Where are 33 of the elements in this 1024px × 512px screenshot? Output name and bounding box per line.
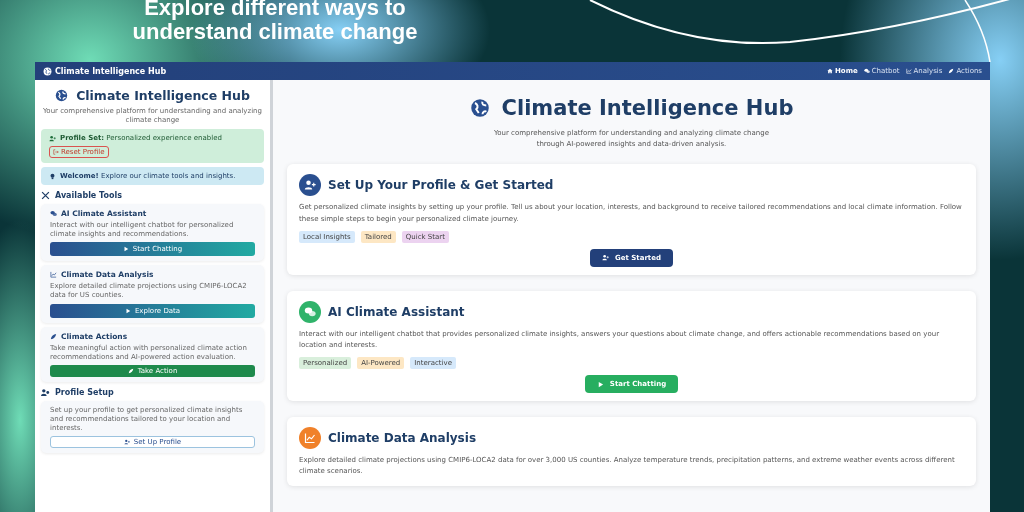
play-icon <box>122 246 129 253</box>
line-chart-icon <box>304 432 316 445</box>
card-title: AI Climate Assistant <box>328 304 465 319</box>
headline: understand climate change <box>131 20 419 44</box>
user-plus-icon <box>304 179 316 192</box>
user-plus-icon <box>602 254 609 262</box>
card-title: Set Up Your Profile & Get Started <box>328 178 554 193</box>
line-chart-icon <box>905 68 912 74</box>
chat-bubbles-icon <box>50 210 57 218</box>
section-heading: Profile Setup <box>41 387 264 397</box>
leaf-icon <box>127 367 134 374</box>
globe-icon <box>43 66 52 76</box>
home-icon <box>827 68 833 74</box>
line-chart-icon <box>50 271 57 279</box>
leaf-icon <box>948 68 955 74</box>
page-title: Climate Intelligence Hub <box>469 96 794 120</box>
tools-icon <box>41 191 50 201</box>
sidebar-title: Climate Intelligence Hub <box>41 88 264 103</box>
play-icon <box>124 307 131 314</box>
chat-bubbles-icon <box>304 305 316 318</box>
lightbulb-icon <box>49 172 56 180</box>
play-icon <box>596 380 604 388</box>
section-heading: Available Tools <box>41 191 264 201</box>
user-plus-icon <box>123 439 130 446</box>
user-plus-icon <box>49 134 56 142</box>
card-title: Climate Data Analysis <box>328 431 477 446</box>
navbar-brand[interactable]: Climate Intelligence Hub <box>43 66 167 76</box>
globe-icon <box>469 98 490 118</box>
logout-icon <box>53 149 59 156</box>
chat-bubbles-icon <box>863 68 870 74</box>
users-icon <box>41 387 50 397</box>
leaf-icon <box>50 332 57 340</box>
globe-icon <box>55 89 69 102</box>
